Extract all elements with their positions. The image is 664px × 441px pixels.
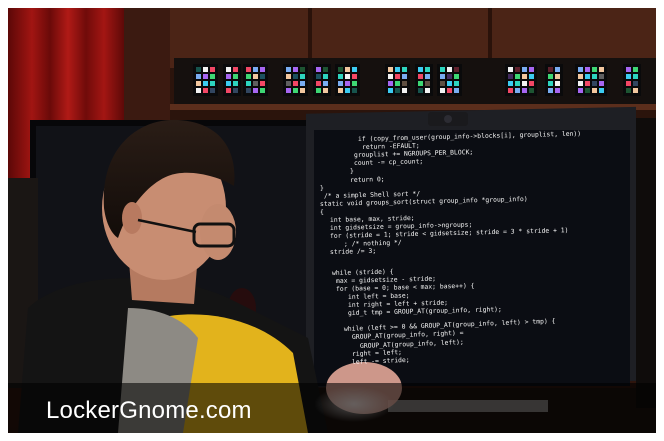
code-line: return 0; bbox=[349, 174, 385, 184]
watermark-text: LockerGnome.com bbox=[46, 397, 252, 424]
code-line: stride /= 3; bbox=[329, 247, 377, 257]
code-line: { bbox=[319, 207, 324, 216]
video-frame: if (copy_from_user(group_info->blocks[i]… bbox=[8, 8, 656, 433]
